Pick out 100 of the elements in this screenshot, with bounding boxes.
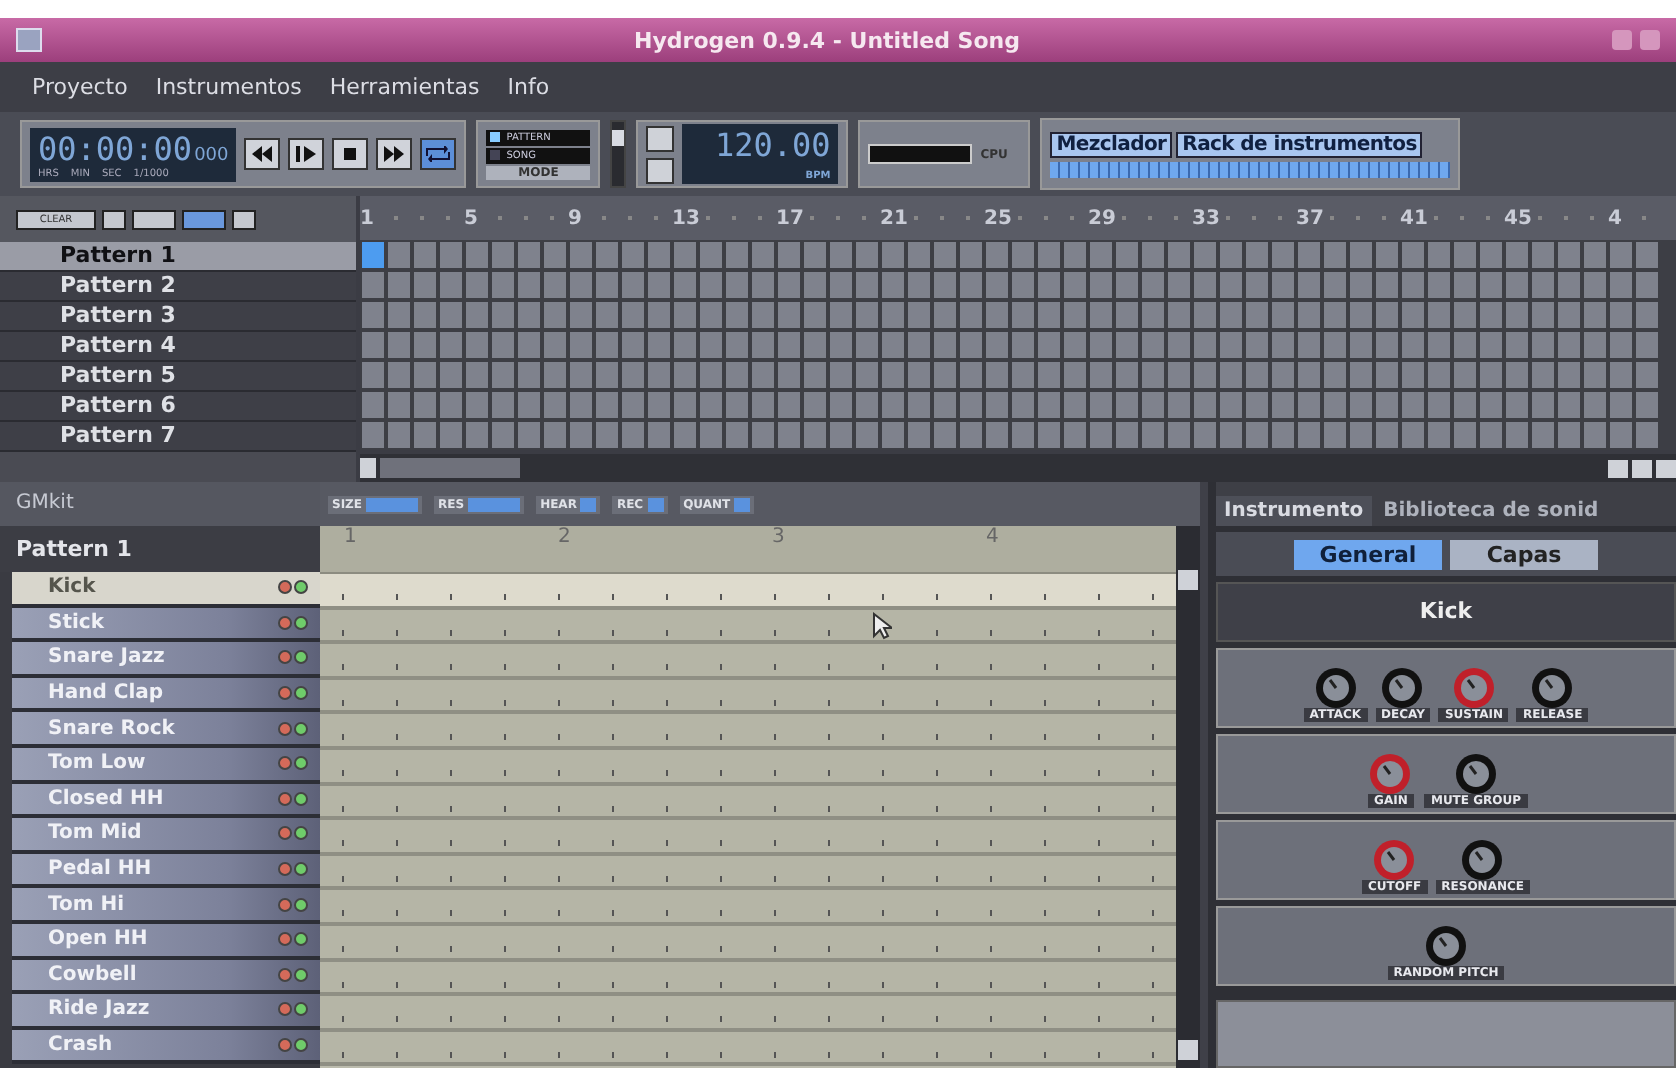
song-cell[interactable] xyxy=(1116,242,1138,269)
song-cell[interactable] xyxy=(1610,272,1632,299)
mute-toggle[interactable] xyxy=(278,791,292,806)
song-cell[interactable] xyxy=(986,392,1008,419)
song-cell[interactable] xyxy=(1636,272,1658,299)
song-cell[interactable] xyxy=(1324,392,1346,419)
song-cell[interactable] xyxy=(1558,332,1580,359)
bpm-down-button[interactable] xyxy=(646,157,675,183)
song-cell[interactable] xyxy=(1142,272,1164,299)
song-cell[interactable] xyxy=(1584,362,1606,389)
song-cell[interactable] xyxy=(1194,302,1216,329)
song-cell[interactable] xyxy=(1376,392,1398,419)
song-cell[interactable] xyxy=(1480,242,1502,269)
song-cell[interactable] xyxy=(492,332,514,359)
song-cell[interactable] xyxy=(570,242,592,269)
song-cell[interactable] xyxy=(1246,392,1268,419)
song-cell[interactable] xyxy=(1116,272,1138,299)
song-cell[interactable] xyxy=(726,272,748,299)
song-cell[interactable] xyxy=(960,272,982,299)
mute-toggle[interactable] xyxy=(278,650,292,665)
song-cell[interactable] xyxy=(440,422,462,449)
song-cell[interactable] xyxy=(414,392,436,419)
song-cell[interactable] xyxy=(882,392,904,419)
song-cell[interactable] xyxy=(1038,422,1060,449)
pattern-row[interactable]: Pattern 1 xyxy=(0,242,356,272)
song-cell[interactable] xyxy=(648,392,670,419)
song-cell[interactable] xyxy=(908,392,930,419)
song-cell[interactable] xyxy=(856,272,878,299)
scrollbar-thumb[interactable] xyxy=(380,458,520,479)
volume-slider-thumb[interactable] xyxy=(612,129,625,146)
song-cell[interactable] xyxy=(1584,332,1606,359)
song-cell[interactable] xyxy=(986,242,1008,269)
song-cell[interactable] xyxy=(752,362,774,389)
song-cell[interactable] xyxy=(908,332,930,359)
song-cell[interactable] xyxy=(960,242,982,269)
song-cell[interactable] xyxy=(414,422,436,449)
song-cell[interactable] xyxy=(648,272,670,299)
song-cell[interactable] xyxy=(960,392,982,419)
song-cell[interactable] xyxy=(622,302,644,329)
song-cell[interactable] xyxy=(1350,302,1372,329)
song-cell[interactable] xyxy=(648,422,670,449)
song-cell[interactable] xyxy=(1428,422,1450,449)
instrument-row[interactable]: Open HH xyxy=(12,923,320,960)
zoom-button[interactable] xyxy=(232,209,256,229)
solo-toggle[interactable] xyxy=(294,615,308,630)
song-cell[interactable] xyxy=(830,272,852,299)
song-cell[interactable] xyxy=(856,302,878,329)
song-cell[interactable] xyxy=(1272,392,1294,419)
song-cell[interactable] xyxy=(934,242,956,269)
song-cell[interactable] xyxy=(1532,242,1554,269)
song-cell[interactable] xyxy=(1298,332,1320,359)
song-cell[interactable] xyxy=(544,422,566,449)
minimize-button[interactable] xyxy=(1612,30,1632,50)
song-cell[interactable] xyxy=(700,302,722,329)
song-cell[interactable] xyxy=(778,332,800,359)
song-cell[interactable] xyxy=(1168,362,1190,389)
song-cell[interactable] xyxy=(1012,422,1034,449)
song-cell[interactable] xyxy=(1532,392,1554,419)
song-cell[interactable] xyxy=(1272,362,1294,389)
solo-toggle[interactable] xyxy=(294,721,308,736)
sub-tab[interactable]: General xyxy=(1294,539,1442,569)
song-cell[interactable] xyxy=(1220,302,1242,329)
song-cell[interactable] xyxy=(1376,242,1398,269)
song-cell[interactable] xyxy=(1454,302,1476,329)
song-cell[interactable] xyxy=(960,422,982,449)
song-cell[interactable] xyxy=(1454,242,1476,269)
song-cell[interactable] xyxy=(1194,362,1216,389)
song-cell[interactable] xyxy=(700,332,722,359)
song-cell[interactable] xyxy=(1428,332,1450,359)
solo-toggle[interactable] xyxy=(294,756,308,771)
song-cell[interactable] xyxy=(492,422,514,449)
song-cell[interactable] xyxy=(1064,242,1086,269)
song-cell[interactable] xyxy=(596,392,618,419)
song-cell[interactable] xyxy=(388,422,410,449)
song-cell[interactable] xyxy=(1480,422,1502,449)
song-cell[interactable] xyxy=(1012,272,1034,299)
song-cell[interactable] xyxy=(362,302,384,329)
song-cell[interactable] xyxy=(1480,392,1502,419)
song-cell[interactable] xyxy=(596,302,618,329)
song-cell[interactable] xyxy=(466,332,488,359)
song-cell[interactable] xyxy=(466,422,488,449)
song-cell[interactable] xyxy=(1272,422,1294,449)
song-cell[interactable] xyxy=(518,362,540,389)
instrument-row[interactable]: Cowbell xyxy=(12,959,320,995)
song-cell[interactable] xyxy=(1558,392,1580,419)
pattern-row[interactable]: Pattern 3 xyxy=(0,302,356,332)
song-cell[interactable] xyxy=(1402,242,1424,269)
song-cell[interactable] xyxy=(1246,362,1268,389)
pattern-row[interactable]: Pattern 6 xyxy=(0,392,356,422)
song-cell[interactable] xyxy=(934,332,956,359)
song-cell[interactable] xyxy=(1402,392,1424,419)
song-cell[interactable] xyxy=(544,302,566,329)
song-cell[interactable] xyxy=(1402,362,1424,389)
song-cell[interactable] xyxy=(1324,332,1346,359)
song-cell[interactable] xyxy=(1610,392,1632,419)
song-cell[interactable] xyxy=(544,242,566,269)
song-cell[interactable] xyxy=(518,332,540,359)
song-cell[interactable] xyxy=(1090,392,1112,419)
song-cell[interactable] xyxy=(544,332,566,359)
song-cell[interactable] xyxy=(960,332,982,359)
